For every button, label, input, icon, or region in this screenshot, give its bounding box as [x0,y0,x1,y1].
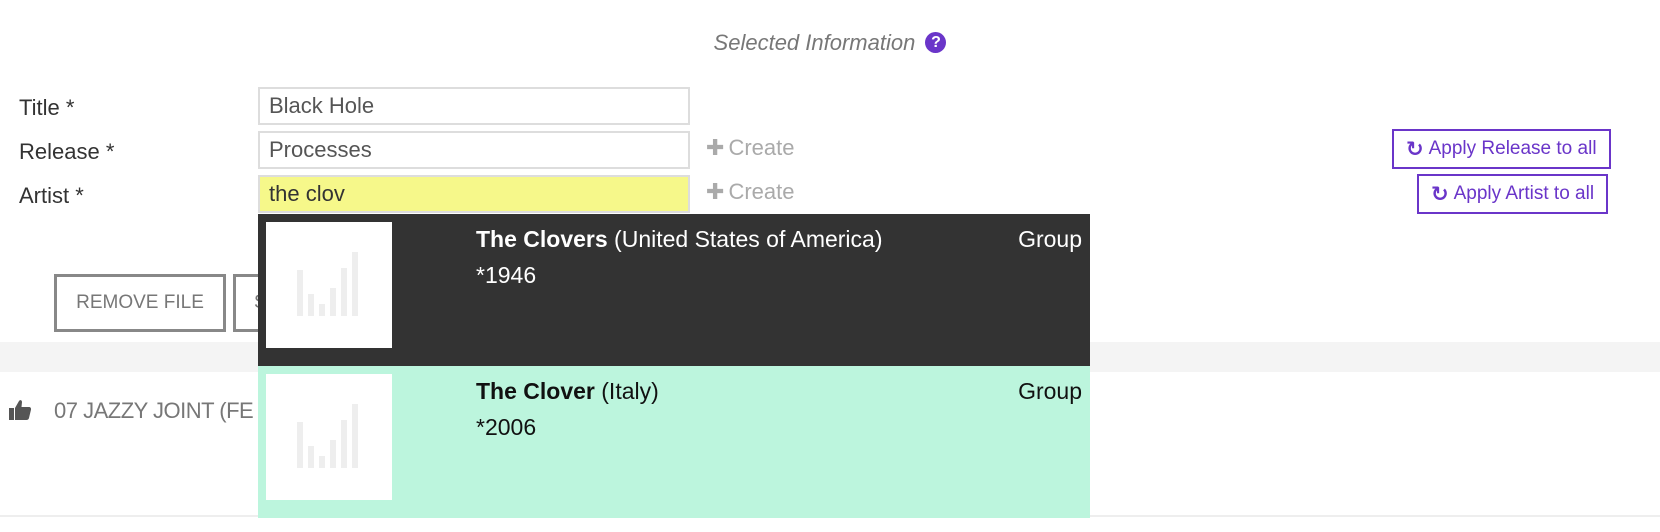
create-release-label: Create [728,135,795,160]
release-input[interactable] [258,131,690,169]
autocomplete-result[interactable]: The Clover (Italy) *2006 Group [258,366,1090,518]
reload-icon: ↻ [1406,137,1424,161]
result-name: The Clovers (United States of America) [476,226,883,253]
result-year: *2006 [476,414,537,440]
artist-input[interactable] [258,175,690,213]
result-year: *1946 [476,262,537,288]
result-country: (Italy) [601,378,659,404]
title-input[interactable] [258,87,690,125]
bar-chart-placeholder-icon [297,404,358,468]
create-artist-label: Create [728,179,795,204]
apply-release-button[interactable]: ↻ Apply Release to all [1392,129,1611,169]
thumbs-up-icon[interactable] [8,398,32,422]
artist-placeholder-image [266,374,392,500]
section-title: Selected Information ? [0,30,1660,56]
plus-icon: ✚ [706,135,725,160]
result-artist-name: The Clovers [476,226,608,252]
remove-file-button[interactable]: REMOVE FILE [54,274,226,332]
artist-autocomplete-dropdown: The Clovers (United States of America) *… [258,214,1090,518]
plus-icon: ✚ [706,179,725,204]
create-artist-link[interactable]: ✚ Create [706,179,794,205]
section-title-text: Selected Information [713,30,916,55]
artist-label: Artist * [19,183,84,208]
file-row-name[interactable]: 07 JAZZY JOINT (FE [54,398,254,424]
release-label: Release * [19,139,115,164]
apply-artist-button[interactable]: ↻ Apply Artist to all [1417,174,1609,214]
help-icon[interactable]: ? [925,32,947,53]
result-type: Group [1018,378,1082,404]
bar-chart-placeholder-icon [297,252,358,316]
autocomplete-result[interactable]: The Clovers (United States of America) *… [258,214,1090,366]
result-name: The Clover (Italy) [476,378,659,405]
apply-release-label: Apply Release to all [1428,138,1597,159]
create-release-link[interactable]: ✚ Create [706,135,794,161]
artist-placeholder-image [266,222,392,348]
result-country: (United States of America) [614,226,883,252]
reload-icon: ↻ [1431,182,1449,206]
title-label: Title * [19,95,75,120]
result-artist-name: The Clover [476,378,595,404]
result-type: Group [1018,226,1082,252]
apply-artist-label: Apply Artist to all [1453,183,1595,204]
